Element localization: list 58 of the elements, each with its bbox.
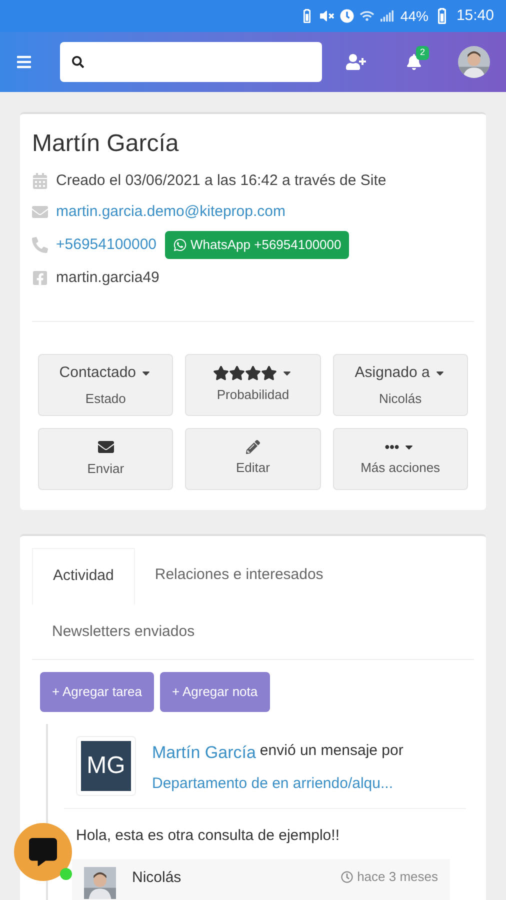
notification-bell-icon[interactable]: [406, 54, 422, 70]
facebook-icon: [32, 270, 48, 286]
action-title: Asignado a: [354, 363, 430, 383]
whatsapp-button[interactable]: WhatsApp +56954100000: [164, 231, 350, 258]
action-button[interactable]: Más acciones: [332, 428, 468, 490]
action-label: Probabilidad: [216, 386, 290, 404]
search-icon: [72, 56, 84, 68]
user-avatar[interactable]: [458, 46, 490, 78]
action-label: Estado: [85, 390, 126, 408]
action-button[interactable]: Enviar: [38, 428, 174, 490]
wifi-icon: [360, 9, 374, 23]
reply-time: hace 3 meses: [357, 868, 438, 886]
contact-name: Martín García: [32, 129, 180, 159]
add-button[interactable]: + Agregar nota: [160, 672, 270, 712]
action-button[interactable]: Contactado Estado: [38, 354, 174, 416]
star-icon: [260, 365, 277, 382]
menu-icon[interactable]: [16, 54, 32, 70]
phone-icon: [32, 236, 48, 253]
clock-time: 15:40: [456, 6, 494, 26]
clock-icon: [341, 870, 354, 883]
tab[interactable]: Relaciones e interesados: [134, 548, 344, 604]
action-label: Más acciones: [360, 459, 440, 478]
action-label: Enviar: [87, 460, 124, 478]
add-button[interactable]: + Agregar tarea: [40, 672, 154, 712]
chat-icon: [29, 838, 57, 866]
search-field[interactable]: [60, 42, 322, 82]
star-icon: [244, 365, 261, 382]
author-link[interactable]: Martín García: [152, 740, 256, 765]
battery-percent: 44%: [400, 6, 428, 26]
phone-link[interactable]: +56954100000: [56, 234, 157, 256]
tab[interactable]: Actividad: [32, 548, 135, 604]
envelope-icon: [32, 204, 48, 220]
envelope-icon: [98, 439, 114, 456]
facebook-username: martin.garcia49: [56, 268, 160, 288]
action-button[interactable]: Probabilidad: [185, 354, 321, 416]
star-icon: [212, 365, 229, 382]
whatsapp-icon: [172, 238, 187, 252]
add-user-icon[interactable]: [346, 52, 366, 72]
activity-text: envió un mensaje por: [260, 740, 404, 760]
mute-icon: [320, 9, 334, 23]
property-link[interactable]: Departamento de en arriendo/alqu...: [152, 773, 404, 796]
action-button[interactable]: Asignado a Nicolás: [332, 354, 468, 416]
action-label: Editar: [236, 459, 270, 478]
message-text: Hola, esta es otra consulta de ejemplo!!: [75, 826, 340, 846]
alarm-icon: [340, 9, 354, 23]
notification-badge: 2: [416, 46, 430, 60]
star-icon: [228, 365, 245, 382]
created-text: Creado el 03/06/2021 a las 16:42 a través de Site: [56, 171, 386, 191]
pencil-icon: [246, 440, 260, 454]
initials-avatar: MG: [81, 740, 131, 790]
tab[interactable]: Newsletters enviados: [32, 604, 215, 659]
calendar-icon: [32, 173, 48, 190]
action-button[interactable]: Editar: [185, 428, 321, 490]
action-label: Nicolás: [379, 390, 422, 408]
signal-icon: [380, 9, 394, 23]
reply-author: Nicolás: [132, 868, 182, 888]
action-title: Contactado: [59, 363, 136, 383]
email-link[interactable]: martin.garcia.demo@kiteprop.com: [56, 200, 286, 223]
